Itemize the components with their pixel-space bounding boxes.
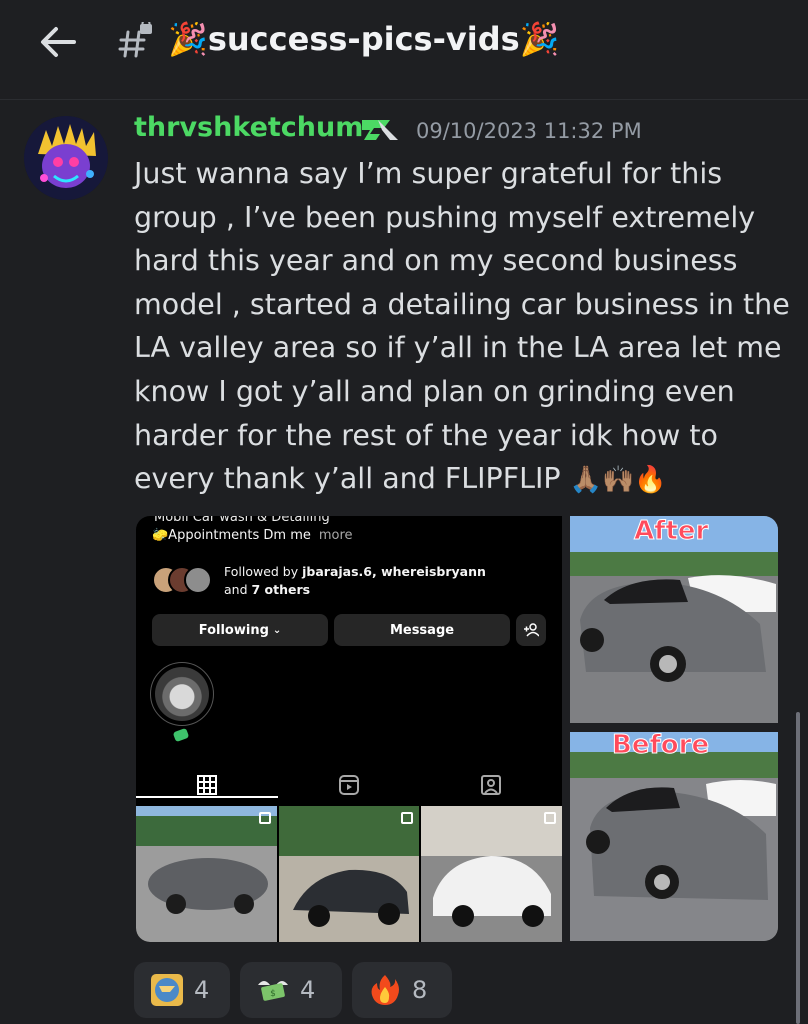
ig-profile-tabs <box>136 768 562 808</box>
reaction-count: 8 <box>412 976 428 1004</box>
after-label: After <box>633 516 709 547</box>
reaction-fire[interactable]: 8 <box>352 962 452 1018</box>
scrollbar[interactable] <box>796 712 800 1024</box>
ig-followed-by-names: jbarajas.6, whereisbryann <box>302 564 486 579</box>
ig-followed-by: Followed by jbarajas.6, whereisbryann <box>224 564 486 579</box>
after-photo-attachment[interactable]: After <box>570 516 778 723</box>
reaction-count: 4 <box>194 976 210 1004</box>
car-photo <box>570 516 778 723</box>
ig-post-thumbnail <box>136 806 277 942</box>
message-emojis: 🙏🏽🙌🏽🔥 <box>569 465 667 496</box>
ig-following-label: Following <box>198 622 269 638</box>
reaction-count: 4 <box>300 976 316 1004</box>
message-timestamp: 09/10/2023 11:32 PM <box>416 119 642 143</box>
ig-message-button: Message <box>334 614 510 646</box>
arrow-left-icon[interactable] <box>36 20 80 64</box>
instagram-profile-attachment[interactable]: Mobil Car wash & Detailing 🧽Appointments… <box>136 516 562 942</box>
ig-bio-text: 🧽Appointments Dm me <box>152 528 311 543</box>
tagged-icon <box>481 775 501 795</box>
reaction-flip-logo[interactable]: 4 <box>134 962 230 1018</box>
ig-post-grid <box>136 806 562 942</box>
car-photo <box>278 806 420 942</box>
ig-followed-by-others: and 7 others <box>224 582 310 597</box>
ig-bio-cut: Mobil Car wash & Detailing <box>154 516 330 525</box>
ig-post-thumbnail <box>421 806 562 942</box>
reels-icon <box>339 775 359 795</box>
locked-text-channel-icon <box>118 22 152 58</box>
ig-active-tab-indicator <box>136 796 278 798</box>
message-text: Just wanna say I’m super grateful for th… <box>134 157 790 496</box>
author-name[interactable]: thrvshketchum <box>134 112 363 143</box>
ig-follower-avatars <box>152 566 216 594</box>
flip-logo-emoji-icon <box>151 974 183 1006</box>
fire-emoji-icon <box>371 975 399 1005</box>
car-photo <box>570 732 778 941</box>
money-with-wings-emoji-icon: $ <box>258 981 288 1001</box>
car-photo <box>136 806 277 942</box>
before-photo-attachment[interactable]: Before <box>570 732 778 941</box>
ig-add-user-icon <box>516 614 546 646</box>
avatar[interactable] <box>24 116 108 200</box>
chevron-down-icon: ⌄ <box>272 624 282 636</box>
avatar-image <box>24 116 108 200</box>
ig-and-prefix: and <box>224 582 252 597</box>
car-photo <box>421 806 562 942</box>
channel-name[interactable]: 🎉success-pics-vids🎉 <box>168 20 559 58</box>
channel-header: 🎉success-pics-vids🎉 <box>0 0 808 100</box>
grid-icon <box>197 775 217 795</box>
ig-post-thumbnail <box>278 806 420 942</box>
before-label: Before <box>611 732 710 761</box>
ig-story-highlight <box>150 662 214 726</box>
ig-bio-line: 🧽Appointments Dm me more <box>152 528 353 543</box>
reaction-money-with-wings[interactable]: $ 4 <box>240 962 342 1018</box>
multi-post-icon <box>258 812 271 824</box>
sponge-icon <box>172 727 190 743</box>
multi-post-icon <box>401 812 414 824</box>
ig-more-link: more <box>318 528 353 543</box>
ig-following-button: Following ⌄ <box>152 614 328 646</box>
multi-post-icon <box>544 812 557 824</box>
ig-followed-by-prefix: Followed by <box>224 564 303 579</box>
ig-others-count: 7 others <box>251 582 311 597</box>
svg-text:$: $ <box>270 989 276 999</box>
message-content: Just wanna say I’m super grateful for th… <box>134 152 794 503</box>
server-tag-badge-icon[interactable] <box>360 116 400 144</box>
